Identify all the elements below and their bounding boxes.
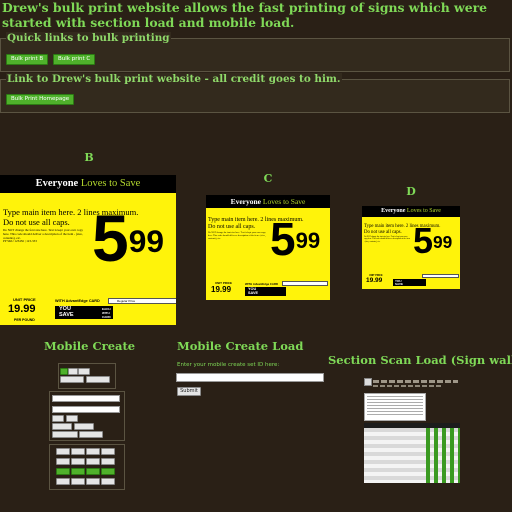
sign-regular-price: Regular Price bbox=[108, 298, 176, 304]
mini-button[interactable] bbox=[86, 448, 100, 455]
mini-button[interactable] bbox=[68, 368, 78, 375]
sign-you-save: YOU SAVE bbox=[393, 279, 426, 286]
sign-header: Everyone Loves to Save bbox=[362, 206, 460, 217]
mini-button[interactable] bbox=[101, 468, 115, 475]
quick-links-legend: Quick links to bulk printing bbox=[6, 32, 171, 44]
mini-text-area[interactable] bbox=[364, 393, 426, 421]
sign-you-save: YOU SAVE EACH WITH CARD bbox=[55, 306, 113, 319]
sign-unit-price: 19.99 bbox=[8, 303, 36, 315]
mini-button[interactable] bbox=[71, 458, 85, 465]
sign-price: 599 bbox=[92, 201, 164, 275]
mini-text-lines bbox=[373, 380, 458, 383]
mini-button[interactable] bbox=[101, 478, 115, 485]
mini-button[interactable] bbox=[86, 376, 110, 383]
mini-button[interactable] bbox=[56, 458, 70, 465]
mini-button[interactable] bbox=[86, 478, 100, 485]
sign-per-pound: PER POUND bbox=[14, 318, 35, 322]
sign-regular-price bbox=[422, 274, 459, 278]
sign-sku: PP SKU 123456 | 123-333 bbox=[3, 239, 37, 243]
sign-d-letter: D bbox=[406, 185, 416, 198]
mini-button[interactable] bbox=[52, 415, 64, 422]
bulk-print-homepage-button[interactable]: Bulk Print Homepage bbox=[6, 94, 75, 105]
page-headline: Drew's bulk print website allows the fas… bbox=[2, 0, 487, 30]
sign-c-preview[interactable]: Everyone Loves to Save Type main item he… bbox=[206, 195, 330, 300]
mobile-create-form-thumbnail[interactable] bbox=[46, 358, 126, 492]
sign-fine-print: Do NOT change the font size here. Text i… bbox=[364, 236, 410, 243]
mini-button[interactable] bbox=[86, 458, 100, 465]
mini-button[interactable] bbox=[60, 376, 84, 383]
sign-loves-to-save: Loves to Save bbox=[80, 178, 141, 189]
mini-input[interactable] bbox=[52, 406, 120, 413]
mini-button[interactable] bbox=[71, 448, 85, 455]
mini-button[interactable] bbox=[56, 448, 70, 455]
mini-button[interactable] bbox=[71, 478, 85, 485]
sign-unit-price-label: UNIT PRICE bbox=[13, 297, 36, 302]
mini-button[interactable] bbox=[74, 423, 94, 430]
sign-unit-price: 19.99 bbox=[211, 285, 232, 294]
bulk-print-c-button[interactable]: Bulk print C bbox=[53, 54, 96, 65]
sign-price: 599 bbox=[270, 213, 321, 265]
submit-button[interactable]: Submit bbox=[177, 387, 201, 396]
sign-b-letter: B bbox=[84, 151, 94, 164]
mini-button[interactable] bbox=[101, 458, 115, 465]
mobile-create-title: Mobile Create bbox=[44, 339, 136, 353]
mini-button[interactable] bbox=[78, 368, 90, 375]
sign-b-preview[interactable]: Everyone Loves to Save Type main item he… bbox=[0, 175, 176, 325]
mini-checkbox[interactable] bbox=[364, 378, 372, 386]
mini-table bbox=[364, 423, 460, 483]
mini-button[interactable] bbox=[79, 431, 103, 438]
section-scan-thumbnail[interactable] bbox=[362, 373, 462, 485]
mini-button[interactable] bbox=[71, 468, 85, 475]
mini-button[interactable] bbox=[86, 468, 100, 475]
mobile-create-load-title: Mobile Create Load bbox=[177, 339, 304, 353]
mini-button[interactable] bbox=[52, 423, 72, 430]
mini-button[interactable] bbox=[56, 468, 70, 475]
sign-header: Everyone Loves to Save bbox=[0, 175, 176, 193]
mini-button[interactable] bbox=[60, 368, 68, 375]
mini-input[interactable] bbox=[52, 395, 120, 402]
sign-header: Everyone Loves to Save bbox=[206, 195, 330, 208]
sign-unit-price: 19.99 bbox=[366, 277, 383, 284]
mobile-create-set-id-input[interactable] bbox=[176, 373, 324, 382]
sign-fine-print: Do NOT change the font size here. Text i… bbox=[208, 232, 266, 240]
mobile-create-load-prompt: Enter your mobile create set ID here: bbox=[177, 362, 280, 368]
sign-with-card: WITH AdvantEdge CARD bbox=[55, 299, 100, 303]
sign-d-preview[interactable]: Everyone Loves to Save Type main item he… bbox=[362, 206, 460, 289]
sign-price: 599 bbox=[413, 220, 453, 261]
sign-with-card: WITH AdvantEdge CARD bbox=[245, 282, 278, 286]
mini-button[interactable] bbox=[66, 415, 78, 422]
section-scan-title: Section Scan Load (Sign walk) bbox=[328, 353, 512, 367]
drew-link-legend: Link to Drew's bulk print website - all … bbox=[6, 73, 342, 85]
mini-button[interactable] bbox=[52, 431, 78, 438]
sign-regular-price bbox=[282, 281, 328, 286]
bulk-print-b-button[interactable]: Bulk print B bbox=[6, 54, 49, 65]
mini-text-lines bbox=[373, 385, 443, 387]
mini-button[interactable] bbox=[101, 448, 115, 455]
sign-everyone: Everyone bbox=[35, 178, 79, 189]
sign-you-save: YOU SAVE bbox=[245, 287, 286, 296]
mini-button[interactable] bbox=[56, 478, 70, 485]
sign-c-letter: C bbox=[263, 172, 273, 185]
